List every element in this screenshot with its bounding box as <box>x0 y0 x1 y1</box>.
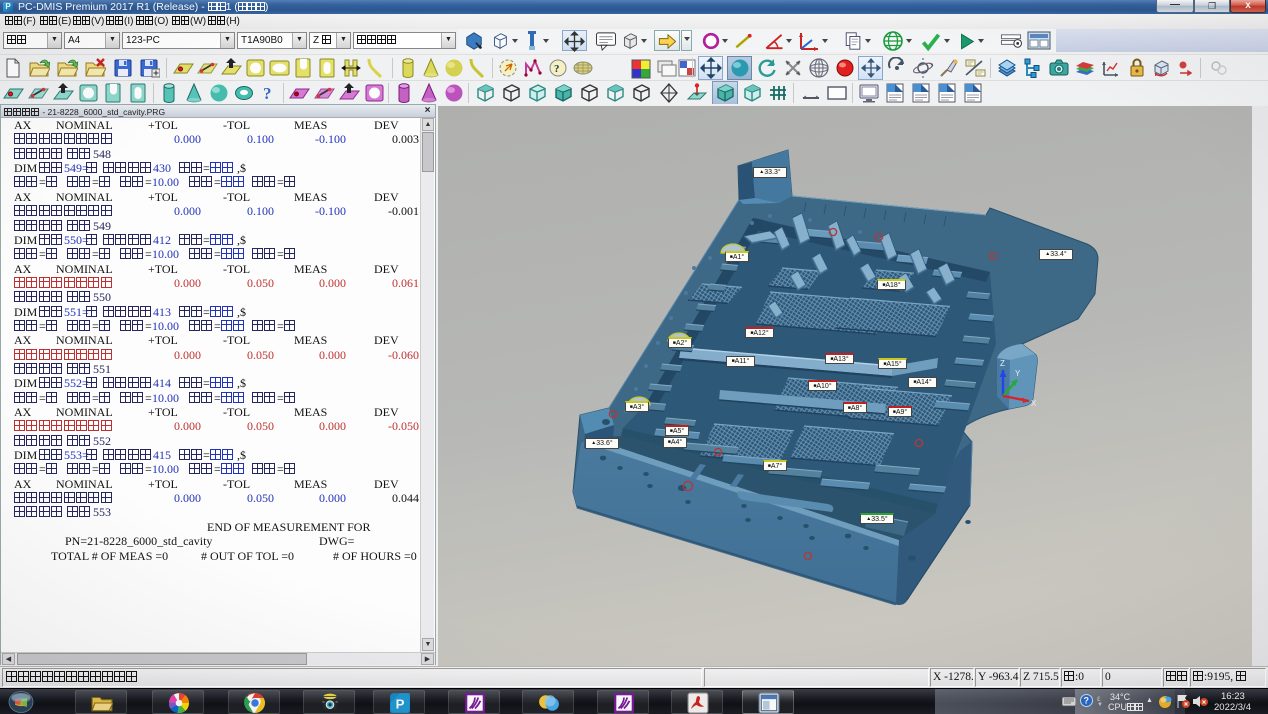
svg-text:?: ? <box>1084 696 1090 706</box>
svg-text:Z: Z <box>1000 359 1005 368</box>
svg-text:P: P <box>396 697 405 712</box>
svg-text:Y: Y <box>1015 369 1021 378</box>
svg-text:X: X <box>1031 399 1037 408</box>
svg-text:?: ? <box>263 84 272 103</box>
svg-text:?: ? <box>554 63 560 75</box>
